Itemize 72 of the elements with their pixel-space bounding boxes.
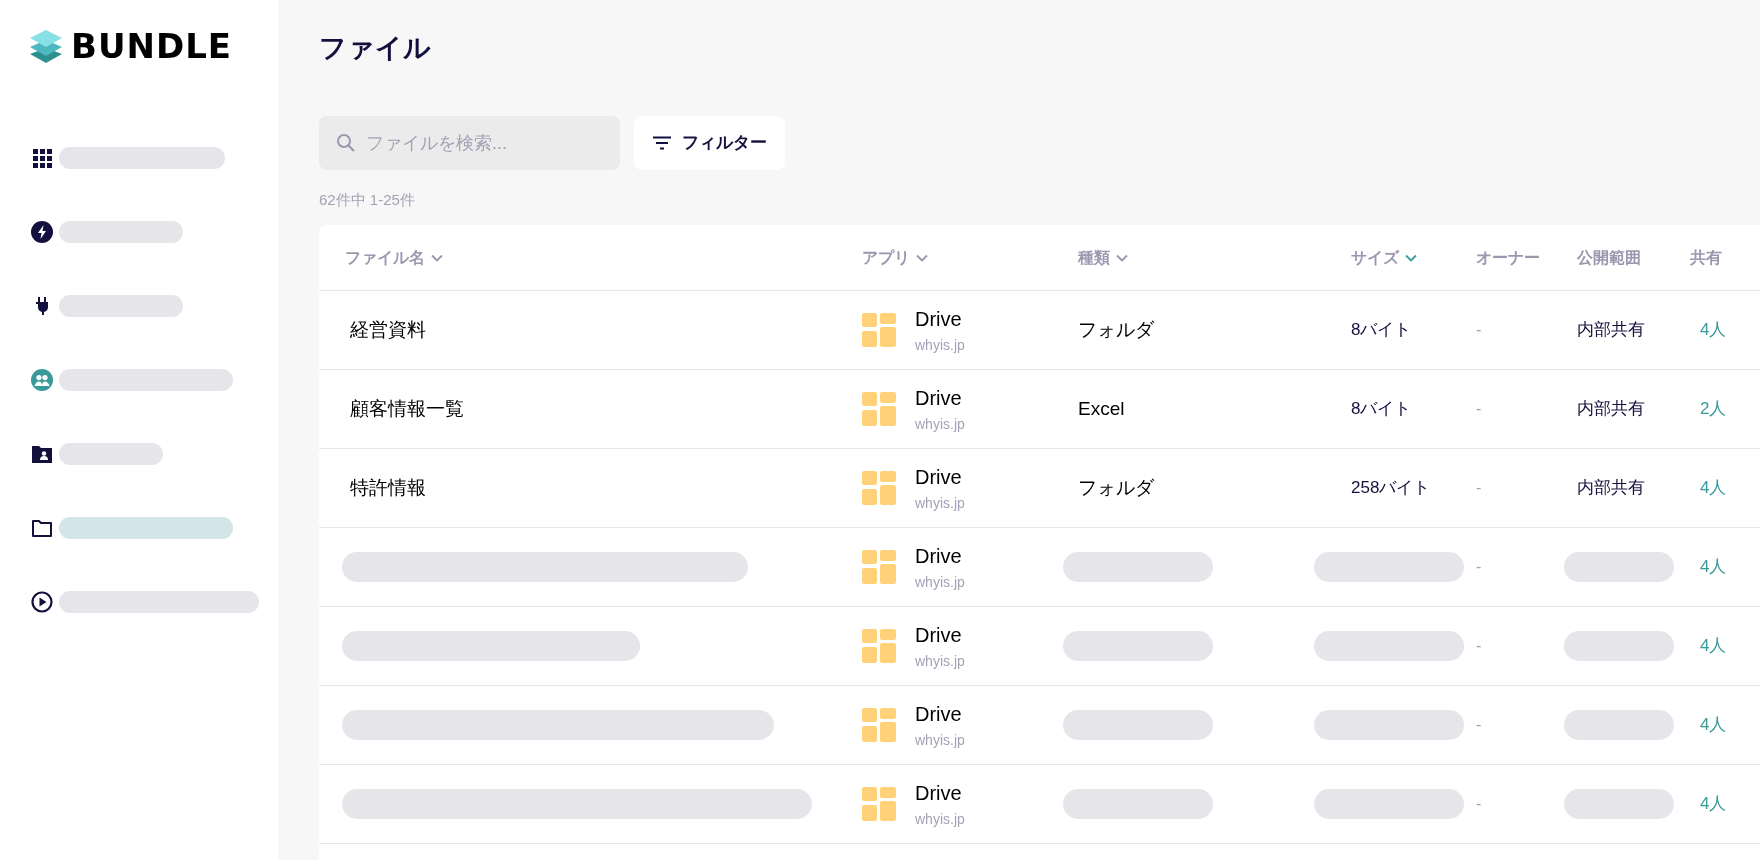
visibility: 内部共有 — [1577, 399, 1645, 419]
app-name: Drive — [915, 306, 963, 332]
chevron-icon — [431, 253, 443, 262]
people-icon — [31, 369, 53, 391]
file-type: Excel — [1078, 397, 1125, 419]
column-header[interactable]: サイズ — [1351, 245, 1417, 270]
column-header[interactable]: アプリ — [862, 245, 928, 270]
result-count: 62件中 1-25件 — [319, 190, 416, 210]
app-domain: whyis.jp — [915, 335, 965, 355]
filter-button[interactable]: フィルター — [634, 116, 785, 170]
owner: - — [1476, 400, 1482, 417]
owner: - — [1476, 321, 1482, 338]
chevron-icon — [916, 253, 928, 262]
owner: - — [1476, 637, 1482, 654]
page-title: ファイル — [319, 32, 432, 65]
column-header: オーナー — [1476, 247, 1540, 268]
column-header: 共有 — [1690, 247, 1722, 268]
file-size: 8バイト — [1351, 320, 1412, 340]
file-type: フォルダ — [1078, 476, 1154, 498]
app-icon — [862, 629, 896, 663]
app-name: Drive — [915, 622, 963, 648]
app-domain: whyis.jp — [915, 809, 965, 829]
file-name: 特許情報 — [350, 476, 426, 498]
app-name: Drive — [915, 701, 963, 727]
share-count[interactable]: 2人 — [1700, 399, 1727, 419]
share-count[interactable]: 4人 — [1700, 557, 1727, 577]
filter-icon — [652, 136, 672, 150]
app-icon — [862, 471, 896, 505]
chevron-icon — [1116, 253, 1128, 262]
column-header: 公開範囲 — [1577, 247, 1641, 268]
logo-text: BUNDLE — [71, 29, 233, 63]
app-domain: whyis.jp — [915, 493, 965, 513]
app-domain: whyis.jp — [915, 730, 965, 750]
app-icon — [862, 787, 896, 821]
app-icon — [862, 392, 896, 426]
share-count[interactable]: 4人 — [1700, 636, 1727, 656]
file-name: 顧客情報一覧 — [350, 397, 464, 419]
play-icon — [31, 591, 53, 613]
app-name: Drive — [915, 543, 963, 569]
file-name: 経営資料 — [350, 318, 426, 340]
app-name: Drive — [915, 464, 963, 490]
file-size: 258バイト — [1351, 478, 1431, 498]
shared-folder-icon — [31, 443, 53, 465]
lightning-icon — [31, 221, 53, 243]
share-count[interactable]: 4人 — [1700, 478, 1727, 498]
app-domain: whyis.jp — [915, 572, 965, 592]
search-field[interactable]: ファイルを検索... — [319, 116, 620, 170]
column-header[interactable]: ファイル名 — [345, 245, 443, 270]
file-size: 8バイト — [1351, 399, 1412, 419]
chevron-icon — [1405, 253, 1417, 262]
folder-icon — [31, 517, 53, 539]
app-icon — [862, 550, 896, 584]
owner: - — [1476, 716, 1482, 733]
app-name: Drive — [915, 780, 963, 806]
app-icon — [862, 708, 896, 742]
owner: - — [1476, 558, 1482, 575]
share-count[interactable]: 4人 — [1700, 794, 1727, 814]
app-domain: whyis.jp — [915, 414, 965, 434]
visibility: 内部共有 — [1577, 478, 1645, 498]
column-header[interactable]: 種類 — [1078, 245, 1128, 270]
search-icon — [336, 133, 356, 153]
share-count[interactable]: 4人 — [1700, 715, 1727, 735]
file-type: フォルダ — [1078, 318, 1154, 340]
grid-icon — [31, 147, 53, 169]
layers-logo-icon — [29, 28, 63, 64]
app-icon — [862, 313, 896, 347]
app-domain: whyis.jp — [915, 651, 965, 671]
owner: - — [1476, 479, 1482, 496]
app-name: Drive — [915, 385, 963, 411]
owner: - — [1476, 795, 1482, 812]
share-count[interactable]: 4人 — [1700, 320, 1727, 340]
visibility: 内部共有 — [1577, 320, 1645, 340]
